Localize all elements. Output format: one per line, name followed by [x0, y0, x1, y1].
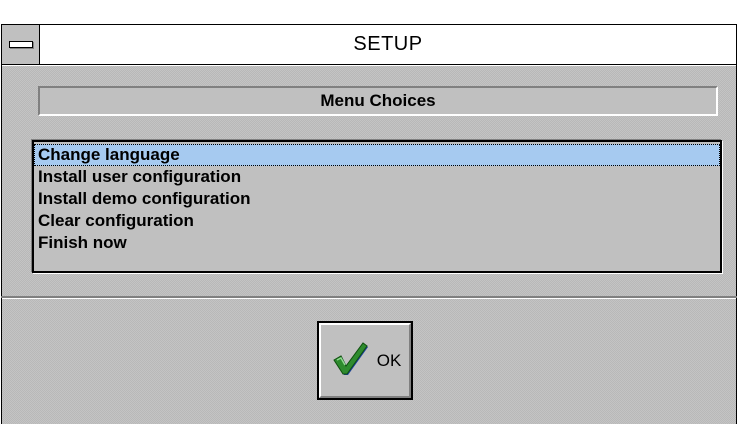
menu-choices-list[interactable]: Change language Install user configurati…	[32, 140, 722, 273]
list-item-install-user-configuration[interactable]: Install user configuration	[34, 166, 720, 188]
list-item-clear-configuration[interactable]: Clear configuration	[34, 210, 720, 232]
ok-button[interactable]: OK	[317, 321, 413, 400]
list-item-change-language[interactable]: Change language	[34, 144, 720, 166]
window-title: SETUP	[353, 33, 423, 55]
system-menu-button[interactable]	[2, 25, 40, 64]
menu-choices-header: Menu Choices	[38, 86, 718, 116]
list-item-install-demo-configuration[interactable]: Install demo configuration	[34, 188, 720, 210]
checkmark-icon	[329, 338, 369, 383]
list-item-finish-now[interactable]: Finish now	[34, 232, 720, 254]
ok-label: OK	[376, 350, 402, 370]
title-bar: SETUP	[1, 24, 737, 65]
system-menu-icon	[8, 41, 33, 48]
